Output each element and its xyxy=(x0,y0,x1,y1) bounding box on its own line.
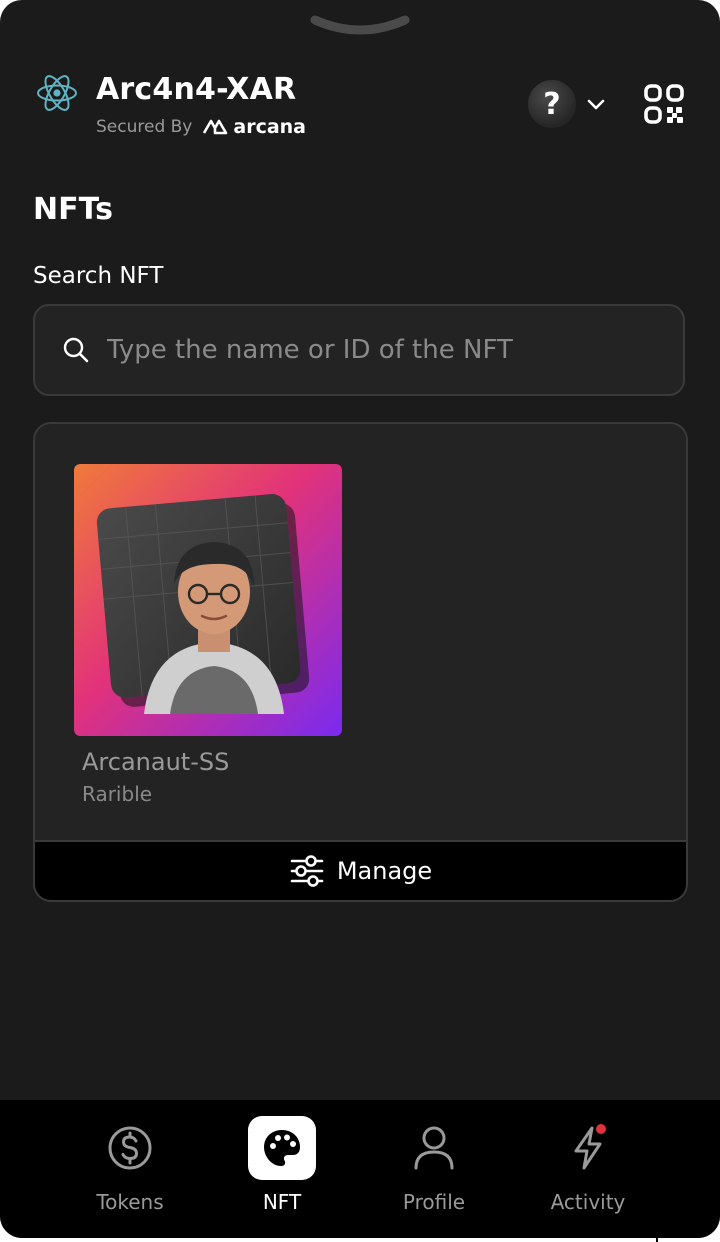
chevron-down-icon[interactable] xyxy=(584,92,608,116)
manage-label: Manage xyxy=(336,857,433,885)
nft-name: Arcanaut-SS xyxy=(82,748,230,776)
nav-label-activity: Activity xyxy=(550,1190,626,1214)
user-icon xyxy=(414,1126,454,1170)
nav-icon-nft xyxy=(248,1116,316,1180)
arcana-brand: arcana xyxy=(202,116,306,138)
notification-dot xyxy=(596,1124,606,1134)
search-box[interactable] xyxy=(33,304,685,396)
sliders-icon xyxy=(290,855,324,887)
wallet-window: Arc4n4-XAR Secured By arcana ? NFTs Sear… xyxy=(0,0,720,1238)
search-icon xyxy=(63,337,89,363)
nav-icon-activity xyxy=(554,1116,622,1180)
nft-list-panel: Arcanaut-SS Rarible Manage xyxy=(33,422,688,902)
nav-label-nft: NFT xyxy=(262,1190,302,1214)
nft-card[interactable]: Arcanaut-SS Rarible xyxy=(74,464,344,806)
arcana-brand-label: arcana xyxy=(233,116,306,138)
nft-collection: Rarible xyxy=(82,782,153,806)
nav-label-profile: Profile xyxy=(402,1190,466,1214)
nav-label-tokens: Tokens xyxy=(96,1190,164,1214)
nav-item-nft[interactable]: NFT xyxy=(212,1116,352,1226)
nav-item-profile[interactable]: Profile xyxy=(364,1116,504,1226)
page-title: NFTs xyxy=(33,192,113,227)
qr-code-icon[interactable] xyxy=(640,80,688,128)
nav-icon-profile xyxy=(400,1116,468,1180)
palette-icon xyxy=(264,1130,300,1166)
react-logo-icon xyxy=(37,75,77,111)
search-input[interactable] xyxy=(107,335,683,365)
help-glyph: ? xyxy=(543,86,561,122)
dollar-circle-icon xyxy=(108,1126,152,1170)
manage-button[interactable]: Manage xyxy=(35,840,686,900)
bottom-nav: Tokens NFT Profile Activity xyxy=(0,1100,720,1238)
text-cursor xyxy=(656,1228,658,1242)
search-label: Search NFT xyxy=(33,263,164,289)
nav-icon-tokens xyxy=(96,1116,164,1180)
secured-by-label: Secured By xyxy=(96,117,193,137)
nft-image[interactable] xyxy=(74,464,342,736)
secured-by-row: Secured By arcana xyxy=(96,116,306,138)
nav-item-activity[interactable]: Activity xyxy=(518,1116,658,1226)
app-name: Arc4n4-XAR xyxy=(96,72,297,107)
arcana-logo-icon xyxy=(203,119,228,135)
drag-handle-icon[interactable] xyxy=(309,14,411,38)
nav-item-tokens[interactable]: Tokens xyxy=(60,1116,200,1226)
help-avatar-button[interactable]: ? xyxy=(528,80,576,128)
